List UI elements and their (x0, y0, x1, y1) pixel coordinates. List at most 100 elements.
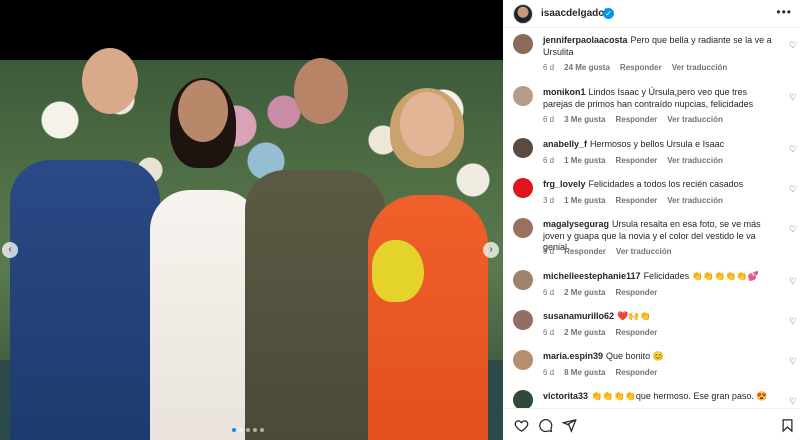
comment-username[interactable]: victorita33 (543, 391, 588, 401)
yellow-flower-accessory (372, 240, 424, 302)
comment-like-heart-icon[interactable]: ♡ (788, 184, 798, 194)
comment-likes[interactable]: 3 Me gusta (564, 115, 605, 124)
comment-avatar[interactable] (513, 310, 533, 330)
person-groom-head (294, 58, 348, 124)
comment-avatar[interactable] (513, 218, 533, 238)
photo-letterbox (0, 0, 503, 60)
comment-meta: 6 d 8 Me gusta Responder (543, 368, 657, 377)
comment-meta: 6 d 24 Me gusta Responder Ver traducción (543, 63, 727, 72)
comment-time: 6 d (543, 327, 555, 337)
carousel-next-button[interactable]: › (483, 242, 499, 258)
avatar[interactable] (513, 4, 533, 24)
see-translation-button[interactable]: Ver traducción (667, 115, 723, 124)
reply-button[interactable]: Responder (620, 63, 662, 72)
see-translation-button[interactable]: Ver traducción (616, 247, 672, 256)
comment-likes[interactable]: 24 Me gusta (564, 63, 610, 72)
comment-likes[interactable]: 8 Me gusta (564, 368, 605, 377)
comment-icon[interactable] (537, 417, 553, 433)
comment-text: michelleestephanie117 Felicidades 👏👏👏👏👏💕 (543, 271, 775, 283)
post-username[interactable]: isaacdelgadob (541, 8, 610, 19)
comment-meta: 6 d 3 Me gusta Responder Ver traducción (543, 115, 723, 124)
comment-meta: 6 d 2 Me gusta Responder (543, 288, 657, 297)
comment-time: 6 d (543, 287, 555, 297)
carousel-dot (232, 428, 236, 432)
comment-like-heart-icon[interactable]: ♡ (788, 224, 798, 234)
person-groomsman-head (82, 48, 138, 114)
comment-body: Felicidades 👏👏👏👏👏💕 (643, 271, 759, 281)
comment-likes[interactable]: 2 Me gusta (564, 328, 605, 337)
comment-like-heart-icon[interactable]: ♡ (788, 316, 798, 326)
comment-username[interactable]: frg_lovely (543, 179, 586, 189)
carousel-prev-button[interactable]: ‹ (2, 242, 18, 258)
comment-like-heart-icon[interactable]: ♡ (788, 92, 798, 102)
carousel-dot (239, 428, 243, 432)
carousel-dot (253, 428, 257, 432)
reply-button[interactable]: Responder (615, 288, 657, 297)
comment-time: 6 d (543, 247, 555, 256)
comment-text: victorita33 👏👏👏👏que hermoso. Ese gran pas… (543, 391, 775, 403)
comment-text: monikon1 Lindos Isaac y Úrsula,pero veo q… (543, 87, 775, 110)
comment-like-heart-icon[interactable]: ♡ (788, 356, 798, 366)
comment-avatar[interactable] (513, 138, 533, 158)
person-groom-suit (245, 170, 385, 440)
person-woman-orange-head (400, 92, 454, 156)
reply-button[interactable]: Responder (615, 328, 657, 337)
post-action-bar (503, 408, 800, 440)
see-translation-button[interactable]: Ver traducción (667, 196, 723, 205)
bookmark-icon[interactable] (779, 417, 795, 433)
person-woman-orange-dress (368, 195, 488, 440)
comment-text: anabelly_f Hermosos y bellos Ursula e Isa… (543, 139, 775, 151)
comment-time: 6 d (543, 367, 555, 377)
comment-meta: 6 d 2 Me gusta Responder (543, 328, 657, 337)
comment-like-heart-icon[interactable]: ♡ (788, 396, 798, 406)
reply-button[interactable]: Responder (615, 368, 657, 377)
comment-body: 👏👏👏👏que hermoso. Ese gran paso. 😍 (591, 391, 768, 401)
comment-like-heart-icon[interactable]: ♡ (788, 144, 798, 154)
reply-button[interactable]: Responder (615, 115, 657, 124)
share-icon[interactable] (561, 417, 577, 433)
post-photo[interactable]: ‹ › (0, 0, 503, 440)
comment-text: jenniferpaolaacosta Pero que bella y radi… (543, 35, 775, 58)
comment-avatar[interactable] (513, 178, 533, 198)
comment-body: Felicidades a todos los recién casados (588, 179, 744, 189)
comment-list[interactable]: jenniferpaolaacosta Pero que bella y radi… (503, 28, 800, 408)
see-translation-button[interactable]: Ver traducción (667, 156, 723, 165)
comment-username[interactable]: susanamurillo62 (543, 311, 614, 321)
comment-username[interactable]: jenniferpaolaacosta (543, 35, 628, 45)
carousel-dot (246, 428, 250, 432)
see-translation-button[interactable]: Ver traducción (672, 63, 728, 72)
comment-avatar[interactable] (513, 270, 533, 290)
comment-like-heart-icon[interactable]: ♡ (788, 276, 798, 286)
reply-button[interactable]: Responder (615, 156, 657, 165)
comment-text: susanamurillo62 ❤️🙌👏 (543, 311, 775, 323)
comment-username[interactable]: anabelly_f (543, 139, 587, 149)
comment-username[interactable]: michelleestephanie117 (543, 271, 641, 281)
comment-avatar[interactable] (513, 390, 533, 408)
comment-text: frg_lovely Felicidades a todos los recién… (543, 179, 775, 191)
person-groomsman-suit (10, 160, 160, 440)
comment-username[interactable]: maria.espin39 (543, 351, 603, 361)
comment-body: ❤️🙌👏 (617, 311, 651, 321)
comment-likes[interactable]: 1 Me gusta (564, 196, 605, 205)
comment-avatar[interactable] (513, 34, 533, 54)
comment-username[interactable]: magalysegurag (543, 219, 609, 229)
comment-body: Que bonito 😊 (606, 351, 664, 361)
chevron-left-icon: ‹ (8, 244, 12, 255)
comment-avatar[interactable] (513, 86, 533, 106)
person-bride-head (178, 80, 228, 142)
reply-button[interactable]: Responder (564, 247, 606, 256)
comments-panel: isaacdelgadob ✓ ••• jenniferpaolaacosta P… (503, 0, 800, 440)
heart-icon[interactable] (513, 417, 529, 433)
comment-time: 6 d (543, 155, 555, 165)
more-options-icon[interactable]: ••• (776, 5, 792, 19)
comment-text: maria.espin39 Que bonito 😊 (543, 351, 775, 363)
reply-button[interactable]: Responder (615, 196, 657, 205)
comment-like-heart-icon[interactable]: ♡ (788, 40, 798, 50)
comment-likes[interactable]: 1 Me gusta (564, 156, 605, 165)
comment-likes[interactable]: 2 Me gusta (564, 288, 605, 297)
person-bride-dress (150, 190, 260, 440)
comment-username[interactable]: monikon1 (543, 87, 586, 97)
comment-avatar[interactable] (513, 350, 533, 370)
comment-time: 6 d (543, 63, 555, 72)
comment-body: Hermosos y bellos Ursula e Isaac (590, 139, 725, 149)
